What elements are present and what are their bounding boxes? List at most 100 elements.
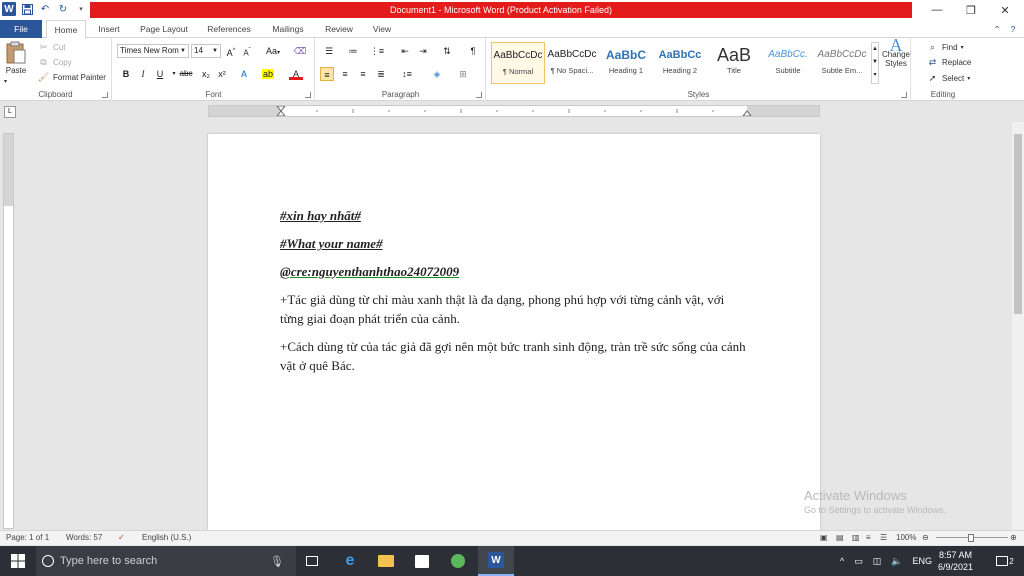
font-color-icon[interactable]: A bbox=[289, 67, 303, 80]
app-green-icon[interactable] bbox=[444, 546, 472, 576]
align-right-icon[interactable]: ≡ bbox=[356, 67, 370, 81]
underline-button[interactable]: U bbox=[153, 67, 167, 81]
tab-mailings[interactable]: Mailings bbox=[264, 20, 312, 38]
proofing-icon[interactable]: ✓ bbox=[118, 531, 125, 545]
clear-formatting-icon[interactable]: ⌫ bbox=[293, 44, 307, 58]
redo-icon[interactable]: ↻ bbox=[56, 2, 70, 16]
doc-line-3[interactable]: @cre:nguyenthanhthao24072009 bbox=[280, 262, 750, 281]
styles-launcher-icon[interactable] bbox=[901, 92, 907, 98]
restore-button[interactable]: ❐ bbox=[954, 0, 988, 20]
show-hide-button[interactable]: ¶ bbox=[466, 44, 480, 58]
copy-button[interactable]: ⧉ Copy bbox=[37, 56, 71, 69]
taskbar-search[interactable]: Type here to search 🎙 bbox=[36, 546, 296, 576]
decrease-indent-icon[interactable]: ⇤ bbox=[398, 44, 412, 58]
view-outline-icon[interactable]: ≡ bbox=[866, 531, 871, 545]
font-launcher-icon[interactable] bbox=[305, 92, 311, 98]
clipboard-launcher-icon[interactable] bbox=[102, 92, 108, 98]
document-body[interactable]: #xin hay nhất# #What your name# @cre:ngu… bbox=[280, 206, 750, 384]
tab-home[interactable]: Home bbox=[46, 20, 86, 39]
sort-icon[interactable]: ⇅ bbox=[440, 44, 454, 58]
borders-icon[interactable]: ⊞ bbox=[454, 67, 472, 81]
battery-icon[interactable]: ▭ bbox=[854, 556, 863, 567]
volume-icon[interactable]: 🔈 bbox=[891, 556, 902, 567]
change-styles-button[interactable]: A Change Styles bbox=[882, 36, 910, 68]
grow-font-button[interactable]: A^ bbox=[224, 44, 238, 58]
vertical-ruler[interactable] bbox=[3, 133, 14, 529]
minimize-button[interactable]: — bbox=[920, 0, 954, 20]
cut-button[interactable]: ✂ Cut bbox=[37, 41, 66, 54]
select-button[interactable]: ➚ Select ▾ bbox=[926, 72, 971, 85]
justify-icon[interactable]: ≣ bbox=[374, 67, 388, 81]
undo-icon[interactable]: ↶ bbox=[38, 2, 52, 16]
paste-button[interactable]: Paste bbox=[5, 41, 27, 75]
zoom-slider-thumb[interactable] bbox=[968, 534, 974, 542]
replace-button[interactable]: ⇄ Replace bbox=[926, 56, 972, 69]
style-heading-1[interactable]: AaBbC Heading 1 bbox=[599, 42, 653, 84]
zoom-out-icon[interactable]: ⊖ bbox=[922, 531, 929, 545]
align-center-icon[interactable]: ≡ bbox=[338, 67, 352, 81]
shrink-font-button[interactable]: Aˇ bbox=[240, 44, 254, 58]
task-view-icon[interactable] bbox=[300, 546, 324, 576]
italic-button[interactable]: I bbox=[136, 67, 150, 81]
numbering-icon[interactable]: ≔ bbox=[344, 44, 362, 58]
bold-button[interactable]: B bbox=[119, 67, 133, 81]
word-count[interactable]: Words: 57 bbox=[66, 531, 102, 545]
tab-references[interactable]: References bbox=[200, 20, 258, 38]
word-logo-icon[interactable]: W bbox=[2, 2, 16, 16]
style-normal[interactable]: AaBbCcDc ¶ Normal bbox=[491, 42, 545, 84]
edge-icon[interactable]: e bbox=[336, 546, 364, 576]
clock[interactable]: 8:57 AM 6/9/2021 bbox=[938, 546, 973, 576]
save-icon[interactable] bbox=[20, 2, 34, 16]
store-icon[interactable] bbox=[408, 546, 436, 576]
line-spacing-icon[interactable]: ↕≡ bbox=[398, 67, 416, 81]
tab-page-layout[interactable]: Page Layout bbox=[134, 20, 194, 38]
vertical-scrollbar[interactable] bbox=[1012, 122, 1024, 530]
doc-paragraph-2[interactable]: +Cách dùng từ của tác giả đã gợi nên một… bbox=[280, 337, 750, 375]
style-subtitle[interactable]: AaBbCc. Subtitle bbox=[761, 42, 815, 84]
paragraph-launcher-icon[interactable] bbox=[476, 92, 482, 98]
horizontal-ruler[interactable] bbox=[208, 105, 820, 117]
bullets-icon[interactable]: ☰ bbox=[320, 44, 338, 58]
increase-indent-icon[interactable]: ⇥ bbox=[416, 44, 430, 58]
font-name-combo[interactable]: Times New Rom ▼ bbox=[117, 44, 189, 58]
view-print-layout-icon[interactable]: ▣ bbox=[820, 531, 828, 545]
page-count[interactable]: Page: 1 of 1 bbox=[6, 531, 49, 545]
styles-scroll[interactable]: ▲ ▼ ▾ bbox=[871, 42, 879, 84]
microphone-icon[interactable]: 🎙 bbox=[270, 555, 284, 568]
minimize-ribbon-icon[interactable]: ⌃ bbox=[990, 20, 1004, 38]
close-button[interactable]: ✕ bbox=[988, 0, 1022, 20]
document-page[interactable]: #xin hay nhất# #What your name# @cre:ngu… bbox=[208, 134, 820, 530]
tab-insert[interactable]: Insert bbox=[90, 20, 128, 38]
find-button[interactable]: ⌕ Find ▾ bbox=[926, 41, 964, 54]
help-icon[interactable]: ? bbox=[1006, 20, 1020, 38]
show-hidden-icons-icon[interactable]: ^ bbox=[840, 556, 844, 566]
font-size-combo[interactable]: 14 ▼ bbox=[191, 44, 221, 58]
style-heading-2[interactable]: AaBbCc Heading 2 bbox=[653, 42, 707, 84]
align-left-icon[interactable]: ≡ bbox=[320, 67, 334, 81]
change-case-button[interactable]: Aa▾ bbox=[263, 44, 283, 58]
tab-selector-icon[interactable]: L bbox=[4, 106, 16, 118]
language-status[interactable]: English (U.S.) bbox=[142, 531, 191, 545]
style-no-spacing[interactable]: AaBbCcDc ¶ No Spaci... bbox=[545, 42, 599, 84]
doc-paragraph-1[interactable]: +Tác giả dùng từ chỉ màu xanh thật là đa… bbox=[280, 290, 750, 328]
tab-review[interactable]: Review bbox=[318, 20, 360, 38]
doc-line-1[interactable]: #xin hay nhất# bbox=[280, 206, 750, 225]
subscript-button[interactable]: x₂ bbox=[199, 67, 213, 81]
notifications-button[interactable]: 2 bbox=[990, 546, 1020, 576]
superscript-button[interactable]: x² bbox=[215, 67, 229, 81]
format-painter-button[interactable]: 🖌 Format Painter bbox=[37, 71, 106, 84]
customize-qat-icon[interactable]: ▾ bbox=[74, 2, 88, 16]
zoom-level[interactable]: 100% bbox=[896, 531, 916, 545]
style-title[interactable]: AaB Title bbox=[707, 42, 761, 84]
multilevel-list-icon[interactable]: ⋮≡ bbox=[368, 44, 386, 58]
text-effects-icon[interactable]: A bbox=[237, 67, 251, 81]
scrollbar-thumb[interactable] bbox=[1014, 134, 1022, 314]
zoom-in-icon[interactable]: ⊕ bbox=[1010, 531, 1017, 545]
tab-file[interactable]: File bbox=[0, 20, 42, 38]
highlight-icon[interactable]: ab bbox=[261, 67, 275, 81]
network-icon[interactable]: ◫ bbox=[873, 556, 882, 567]
style-subtle-emphasis[interactable]: AaBbCcDc Subtle Em... bbox=[815, 42, 869, 84]
view-full-screen-icon[interactable]: ▤ bbox=[836, 531, 844, 545]
strikethrough-button[interactable]: abc bbox=[177, 67, 195, 81]
tab-view[interactable]: View bbox=[364, 20, 400, 38]
